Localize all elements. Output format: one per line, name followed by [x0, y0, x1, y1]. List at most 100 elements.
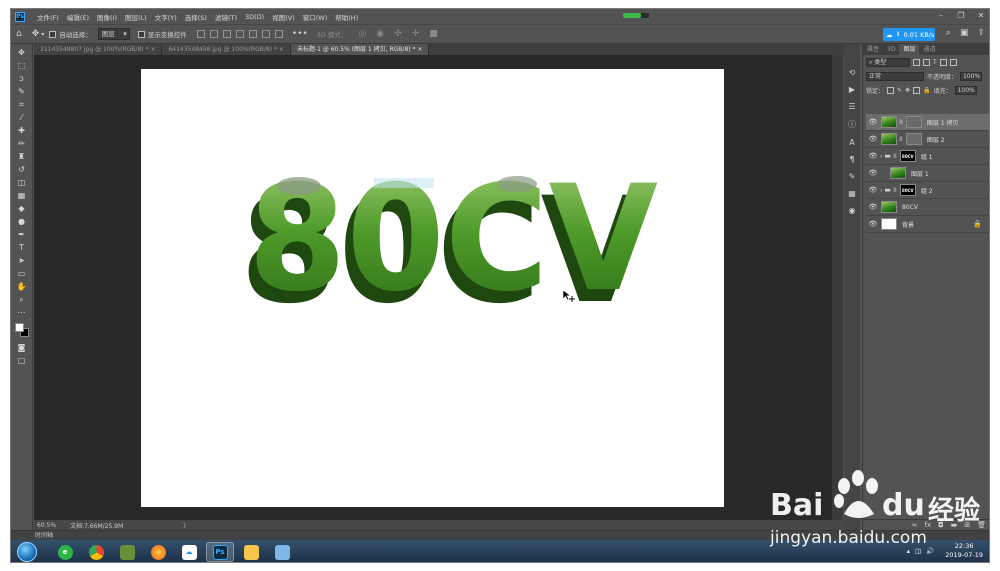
eye-icon[interactable]: 👁 — [868, 118, 878, 126]
taskbar-firefox-icon[interactable] — [144, 542, 172, 562]
paragraph-panel-icon[interactable]: ¶ — [846, 155, 858, 164]
opacity-input[interactable]: 100% — [960, 71, 983, 81]
type-filter-icon[interactable]: T — [933, 59, 937, 66]
menu-image[interactable]: 图像(I) — [93, 12, 121, 22]
align-left-icon[interactable] — [235, 30, 244, 38]
brush-panel-icon[interactable]: ✎ — [846, 172, 858, 181]
minimize-icon[interactable]: – — [935, 10, 947, 22]
menu-select[interactable]: 选择(S) — [181, 12, 211, 22]
pen-tool-icon[interactable]: ✒ — [16, 230, 28, 239]
fill-input[interactable]: 100% — [954, 85, 977, 95]
quick-mask-icon[interactable]: ◙ — [16, 343, 28, 352]
eye-icon[interactable]: 👁 — [868, 135, 878, 143]
expand-chevron-icon[interactable]: › — [880, 153, 882, 160]
align-bottom-icon[interactable] — [222, 30, 231, 38]
align-top-icon[interactable] — [196, 30, 205, 38]
show-transform-checkbox[interactable]: 显示变换控件 — [137, 29, 187, 39]
zoom-level[interactable]: 60.5% — [37, 522, 56, 529]
search-icon[interactable]: ⌕ — [946, 28, 951, 38]
menu-3d[interactable]: 3D(D) — [241, 13, 268, 21]
marquee-tool-icon[interactable]: ⬚ — [16, 61, 28, 70]
menu-help[interactable]: 帮助(H) — [331, 12, 362, 22]
info-panel-icon[interactable]: ⓘ — [846, 119, 858, 130]
status-menu-chevron[interactable]: 〉 — [183, 521, 189, 530]
3d-scale-icon[interactable]: ■ — [429, 29, 438, 39]
healing-tool-icon[interactable]: ✚ — [16, 126, 28, 135]
layer-row[interactable]: 👁 › ▬ 8 80CV 组 2 — [866, 182, 989, 199]
close-tab-icon[interactable]: × — [279, 46, 284, 53]
3d-pan-icon[interactable]: ✣ — [394, 29, 402, 39]
stamp-tool-icon[interactable]: ♜ — [16, 152, 28, 161]
eye-icon[interactable]: 👁 — [868, 186, 878, 194]
rectangle-tool-icon[interactable]: ▭ — [16, 269, 28, 278]
workspace-icon[interactable]: ▣ — [960, 28, 969, 38]
canvas-area[interactable]: 80CV 80CV — [34, 55, 832, 520]
tab-channels[interactable]: 通道 — [919, 44, 939, 55]
zoom-tool-icon[interactable]: ⌕ — [16, 295, 28, 304]
hand-tool-icon[interactable]: ✋ — [16, 282, 28, 291]
eye-icon[interactable]: 👁 — [868, 220, 878, 228]
layer-row[interactable]: 👁 80CV — [866, 199, 989, 216]
taskbar-paint-icon[interactable] — [268, 542, 296, 562]
document-tab-1[interactable]: 31143548807.jpg @ 100%(RGB/8) * × — [34, 44, 163, 55]
3d-roll-icon[interactable]: ◉ — [376, 29, 384, 39]
move-tool-icon[interactable]: ✥ — [16, 48, 28, 57]
blur-tool-icon[interactable]: ◆ — [16, 204, 28, 213]
taskbar-360-icon[interactable]: e — [51, 542, 79, 562]
menu-layer[interactable]: 图层(L) — [121, 12, 151, 22]
crop-tool-icon[interactable]: ⌗ — [16, 100, 28, 109]
lock-position-icon[interactable]: ✥ — [905, 87, 910, 94]
eraser-tool-icon[interactable]: ◫ — [16, 178, 28, 187]
align-right-icon[interactable] — [261, 30, 270, 38]
3d-slide-icon[interactable]: ✢ — [412, 29, 420, 39]
taskbar-minecraft-icon[interactable] — [113, 542, 141, 562]
menu-edit[interactable]: 编辑(E) — [63, 12, 93, 22]
tab-properties[interactable]: 属性 — [863, 44, 883, 55]
blend-mode-dropdown[interactable]: 正常 — [866, 71, 924, 81]
chevron-down-icon[interactable]: ▾ — [41, 31, 44, 38]
color-swatches[interactable] — [14, 323, 29, 337]
more-tools-icon[interactable]: ⋯ — [16, 308, 28, 317]
history-panel-icon[interactable]: ⟲ — [846, 68, 858, 77]
layer-filter-dropdown[interactable]: ⌕ 类型 — [866, 57, 910, 67]
menu-type[interactable]: 文字(Y) — [151, 12, 181, 22]
brush-tool-icon[interactable]: ✏ — [16, 139, 28, 148]
foreground-color-swatch[interactable] — [14, 323, 24, 332]
layer-row[interactable]: 👁 8 图层 2 — [866, 131, 989, 148]
lock-pixels-icon[interactable] — [887, 86, 895, 94]
document-tab-3[interactable]: 未标题-1 @ 60.5% (图层 1 拷贝, RGB/8) * × — [290, 44, 430, 55]
close-tab-icon[interactable]: × — [150, 46, 155, 53]
dodge-tool-icon[interactable]: ● — [16, 217, 28, 226]
taskbar-chrome-icon[interactable] — [82, 542, 110, 562]
lasso-tool-icon[interactable]: ↄ — [16, 74, 28, 83]
close-icon[interactable]: ✕ — [975, 10, 987, 22]
home-icon[interactable]: ⌂ — [16, 29, 22, 39]
menu-file[interactable]: 文件(F) — [33, 12, 63, 22]
adjust-panel-icon[interactable]: ☰ — [846, 102, 858, 111]
lock-artboard-icon[interactable] — [913, 86, 921, 94]
layer-row[interactable]: 👁 图层 1 — [866, 165, 989, 182]
share-icon[interactable]: ⇪ — [977, 28, 985, 38]
path-select-tool-icon[interactable]: ➤ — [16, 256, 28, 265]
quick-select-tool-icon[interactable]: ✎ — [16, 87, 28, 96]
align-center-icon[interactable] — [248, 30, 257, 38]
shape-filter-icon[interactable] — [939, 58, 947, 66]
distribute-icon[interactable] — [274, 30, 283, 38]
character-panel-icon[interactable]: A — [846, 138, 858, 147]
menu-view[interactable]: 视图(V) — [268, 12, 299, 22]
eyedropper-tool-icon[interactable]: ⁄ — [16, 113, 28, 122]
eye-icon[interactable]: 👁 — [868, 169, 878, 177]
align-middle-icon[interactable] — [209, 30, 218, 38]
group-mask-thumbnail[interactable]: 80CV — [899, 184, 916, 196]
taskbar-baidu-netdisk-icon[interactable]: ☁ — [175, 542, 203, 562]
eye-icon[interactable]: 👁 — [868, 152, 878, 160]
channels-panel-icon[interactable]: ◉ — [846, 206, 858, 215]
vertical-scrollbar[interactable] — [832, 55, 843, 520]
taskbar-photoshop-icon[interactable]: Ps — [206, 542, 234, 562]
adjust-filter-icon[interactable] — [923, 58, 930, 66]
eye-icon[interactable]: 👁 — [868, 203, 878, 211]
taskbar-explorer-icon[interactable] — [237, 542, 265, 562]
group-mask-thumbnail[interactable]: 80CV — [899, 150, 916, 162]
swatches-panel-icon[interactable]: ▦ — [846, 189, 858, 198]
layer-row[interactable]: 👁 背景 🔒 — [866, 216, 989, 233]
